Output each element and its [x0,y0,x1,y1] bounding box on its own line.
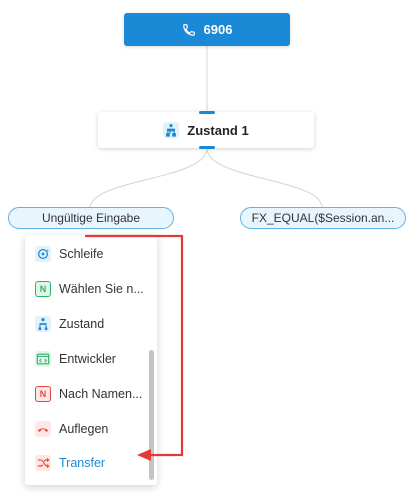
flow-canvas[interactable]: 6906 Zustand 1 Ungültige Eingabe FX_EQUA… [0,0,410,498]
menu-item-label: Nach Namen... [59,387,143,401]
menu-item-select-n[interactable]: N Wählen Sie n... [35,277,150,301]
node-type-menu[interactable]: Schleife N Wählen Sie n... Zustand Entwi… [25,235,157,485]
menu-item-loop[interactable]: Schleife [35,242,150,266]
code-icon [35,351,51,367]
state-flow-icon [163,122,180,138]
hangup-icon [35,421,51,437]
menu-item-developer[interactable]: Entwickler [35,347,150,371]
state-node-output-port[interactable] [199,146,215,149]
menu-scrollbar[interactable] [149,350,154,480]
state-flow-icon [35,316,51,332]
loop-icon [35,246,51,262]
name-n-icon: N [35,386,51,402]
menu-item-state[interactable]: Zustand [35,312,150,336]
menu-item-label: Entwickler [59,352,116,366]
branch-fx-equal-label: FX_EQUAL($Session.an... [251,211,395,225]
phone-icon [182,23,196,37]
branch-fx-equal[interactable]: FX_EQUAL($Session.an... [240,207,406,229]
branch-invalid-input-label: Ungültige Eingabe [41,211,141,225]
menu-item-label: Auflegen [59,422,109,436]
phone-node-label: 6906 [203,22,233,37]
state-node[interactable]: Zustand 1 [98,112,314,148]
menu-item-hangup[interactable]: Auflegen [35,417,150,441]
transfer-icon [35,455,51,471]
menu-item-by-name[interactable]: N Nach Namen... [35,382,150,406]
branch-invalid-input[interactable]: Ungültige Eingabe [8,207,174,229]
select-n-icon: N [35,281,51,297]
menu-item-label: Wählen Sie n... [59,282,144,296]
menu-item-label: Transfer [59,456,106,470]
phone-node[interactable]: 6906 [124,13,290,46]
menu-item-label: Zustand [59,317,105,331]
state-node-label: Zustand 1 [187,122,249,138]
menu-item-transfer[interactable]: Transfer [35,451,150,475]
menu-item-label: Schleife [59,247,104,261]
state-node-input-port[interactable] [199,111,215,114]
